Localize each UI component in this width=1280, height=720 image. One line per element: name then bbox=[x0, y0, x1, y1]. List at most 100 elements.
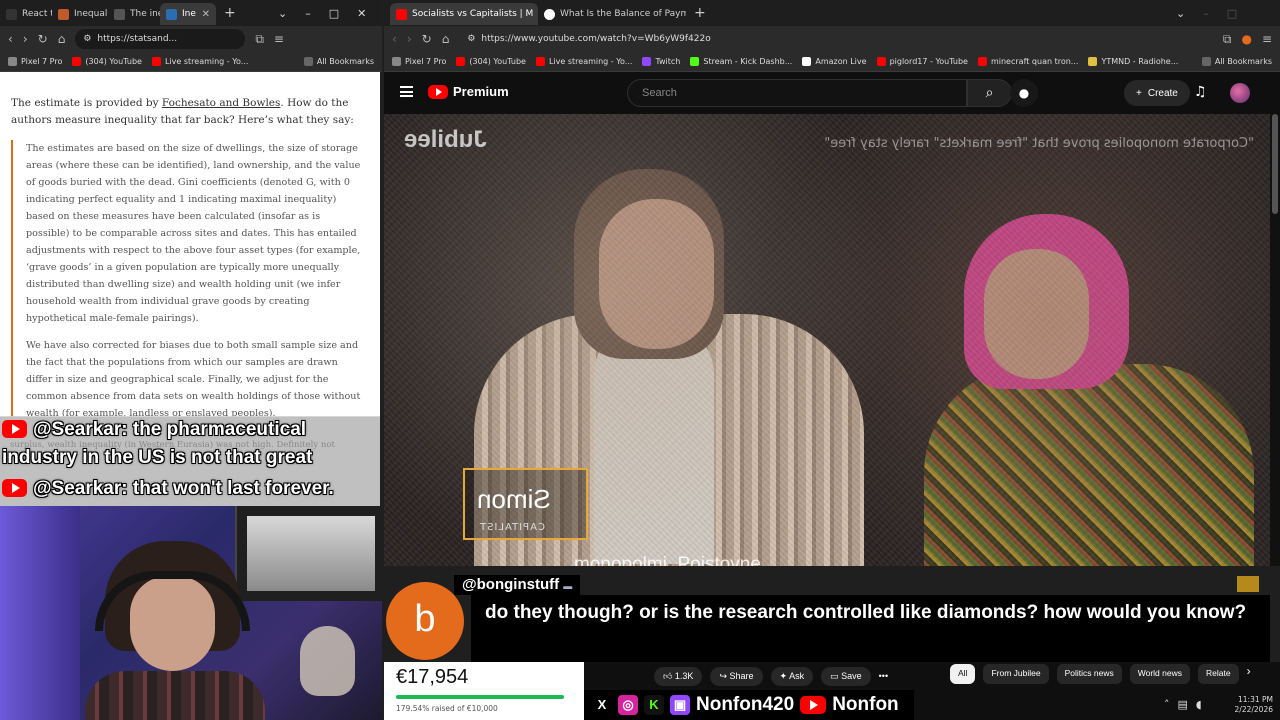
featured-chat-username: @bonginstuff bbox=[462, 576, 560, 593]
bookmark-live[interactable]: Live streaming - Yo... bbox=[151, 57, 248, 66]
right-navbar: ‹ › ↻ ⌂ ⚙ https://www.youtube.com/watch?… bbox=[384, 26, 1280, 52]
bookmark-label: All Bookmarks bbox=[1214, 57, 1272, 66]
left-tab-4-active[interactable]: Ine ✕ bbox=[160, 3, 216, 25]
url-text: https://statsand... bbox=[97, 34, 178, 44]
youtube-handle: Nonfon bbox=[832, 694, 899, 715]
bookmark[interactable]: piglord17 - YouTube bbox=[876, 57, 968, 66]
donation-goal: €17,954 179.54% raised of €10,000 bbox=[384, 662, 584, 720]
back-icon[interactable]: ‹ bbox=[392, 32, 397, 46]
bookmark-icon bbox=[8, 57, 17, 66]
bookmark[interactable]: (304) YouTube bbox=[456, 57, 526, 66]
menu-icon[interactable]: ≡ bbox=[1262, 32, 1272, 46]
save-button[interactable]: ▭ Save bbox=[821, 666, 871, 686]
home-icon[interactable]: ⌂ bbox=[442, 32, 450, 46]
minimize-button[interactable]: – bbox=[1203, 7, 1209, 20]
ask-button[interactable]: ✦ Ask bbox=[770, 666, 814, 686]
system-clock[interactable]: 11:31 PM 2/22/2026 bbox=[1229, 695, 1273, 715]
youtube-scrollbar[interactable] bbox=[1270, 114, 1280, 566]
left-tab-1[interactable]: React t bbox=[0, 3, 52, 25]
globe-icon bbox=[544, 8, 555, 20]
search-icon[interactable]: ⌕ bbox=[967, 79, 1012, 107]
youtube-icon bbox=[2, 420, 27, 438]
reload-icon[interactable]: ↻ bbox=[422, 32, 432, 46]
back-icon[interactable]: ‹ bbox=[8, 32, 13, 46]
bookmark-label: Live streaming - Yo... bbox=[548, 57, 633, 66]
chevron-up-icon[interactable]: ˄ bbox=[1164, 698, 1170, 711]
bookmark-pixel[interactable]: Pixel 7 Pro bbox=[8, 57, 62, 66]
network-icon[interactable]: ▤ bbox=[1178, 698, 1188, 711]
bookmark[interactable]: Pixel 7 Pro bbox=[392, 57, 446, 66]
bookmark-label: piglord17 - YouTube bbox=[889, 57, 968, 66]
extensions-icon[interactable]: ⧉ bbox=[255, 32, 264, 47]
bookmark[interactable]: YTMND - Radiohe... bbox=[1088, 57, 1178, 66]
reload-icon[interactable]: ↻ bbox=[38, 32, 48, 46]
left-tab-2[interactable]: Inequal bbox=[52, 3, 108, 25]
video-subtitle: monopolmi. Poistovne bbox=[574, 554, 761, 566]
chip-world-news[interactable]: World news bbox=[1129, 664, 1190, 684]
create-button[interactable]: + Create bbox=[1124, 80, 1190, 106]
hamburger-menu-icon[interactable] bbox=[400, 86, 413, 97]
bookmark-label: Pixel 7 Pro bbox=[405, 57, 447, 66]
tab-search-icon[interactable]: ⌄ bbox=[1176, 7, 1185, 20]
chip-related[interactable]: Relate bbox=[1197, 664, 1239, 684]
bookmark-youtube[interactable]: (304) YouTube bbox=[72, 57, 142, 66]
chip-politics-news[interactable]: Politics news bbox=[1056, 664, 1122, 684]
maximize-button[interactable]: □ bbox=[329, 7, 339, 20]
left-address-bar[interactable]: ⚙ https://statsand... bbox=[75, 29, 246, 49]
new-tab-button[interactable]: + bbox=[686, 5, 714, 21]
forward-icon[interactable]: › bbox=[407, 32, 412, 46]
profile-icon[interactable]: ● bbox=[1241, 32, 1251, 46]
twitch-icon bbox=[642, 57, 652, 66]
youtube-premium-logo[interactable]: Premium bbox=[428, 84, 509, 99]
minimize-button[interactable]: – bbox=[305, 7, 311, 20]
bookmark[interactable]: Live streaming - Yo... bbox=[535, 57, 633, 66]
new-tab-button[interactable]: + bbox=[216, 5, 244, 21]
share-button[interactable]: ↪ Share bbox=[710, 666, 763, 686]
tab-label: Ine bbox=[182, 9, 196, 19]
right-address-bar[interactable]: ⚙ https://www.youtube.com/watch?v=Wb6yW9… bbox=[459, 29, 899, 49]
extensions-icon[interactable]: ⧉ bbox=[1223, 32, 1232, 47]
logo-text: Premium bbox=[453, 84, 509, 99]
speaker-role: CAPITALIST bbox=[479, 522, 545, 533]
video-player[interactable]: Jubilee "Corporate monopolies prove that… bbox=[384, 114, 1270, 566]
site-info-icon[interactable]: ⚙ bbox=[83, 34, 91, 44]
maximize-button[interactable]: □ bbox=[1227, 7, 1237, 20]
clock-time: 11:31 PM bbox=[1238, 695, 1273, 704]
microphone-icon[interactable]: ● bbox=[1010, 79, 1038, 107]
chevron-right-icon[interactable]: › bbox=[1247, 664, 1251, 684]
fochesato-bowles-link[interactable]: Fochesato and Bowles bbox=[162, 97, 280, 109]
forward-icon[interactable]: › bbox=[23, 32, 28, 46]
more-options-icon[interactable]: ••• bbox=[879, 671, 888, 681]
right-tab-2[interactable]: What Is the Balance of Paymen✕ bbox=[538, 3, 686, 25]
webcam-feed bbox=[0, 506, 382, 720]
close-button[interactable]: ✕ bbox=[357, 7, 366, 20]
speaker-lower-third: Simon CAPITALIST bbox=[463, 468, 588, 540]
windows-taskbar: ˄ ▤ ◖ 11:31 PM 2/22/2026 bbox=[914, 690, 1280, 720]
ask-label: Ask bbox=[789, 670, 805, 681]
like-button[interactable]: 👍︎ 1.3K bbox=[654, 666, 703, 686]
right-tab-1-active[interactable]: Socialists vs Capitalists | M✕ bbox=[390, 3, 538, 25]
bookmark[interactable]: Stream - Kick Dashb... bbox=[690, 57, 792, 66]
menu-icon[interactable]: ≡ bbox=[274, 32, 284, 46]
youtube-search-input[interactable]: Search bbox=[627, 79, 967, 107]
avatar[interactable] bbox=[1230, 83, 1250, 103]
article-page: The estimate is provided by Fochesato an… bbox=[0, 72, 380, 417]
chip-all[interactable]: All bbox=[950, 664, 976, 684]
bookmark[interactable]: Amazon Live bbox=[802, 57, 867, 66]
tab-search-icon[interactable]: ⌄ bbox=[278, 7, 287, 20]
bookmark[interactable]: minecraft quan tron... bbox=[977, 57, 1078, 66]
cam-monitor bbox=[235, 506, 382, 601]
bookmark[interactable]: Twitch bbox=[642, 57, 680, 66]
chip-from-jubilee[interactable]: From Jubilee bbox=[983, 664, 1049, 684]
home-icon[interactable]: ⌂ bbox=[58, 32, 66, 46]
bookmark-label: YTMND - Radiohe... bbox=[1101, 57, 1179, 66]
bell-icon[interactable]: ♫ bbox=[1194, 84, 1207, 100]
site-info-icon[interactable]: ⚙ bbox=[467, 34, 475, 44]
scrollbar-thumb[interactable] bbox=[1272, 114, 1278, 214]
all-bookmarks[interactable]: All Bookmarks bbox=[303, 57, 374, 66]
all-bookmarks[interactable]: All Bookmarks bbox=[1201, 57, 1272, 66]
chat-user: @Searkar: bbox=[33, 478, 128, 499]
volume-icon[interactable]: ◖ bbox=[1196, 698, 1202, 711]
left-tab-3[interactable]: The ine bbox=[108, 3, 160, 25]
tab-close-icon[interactable]: ✕ bbox=[202, 9, 210, 20]
